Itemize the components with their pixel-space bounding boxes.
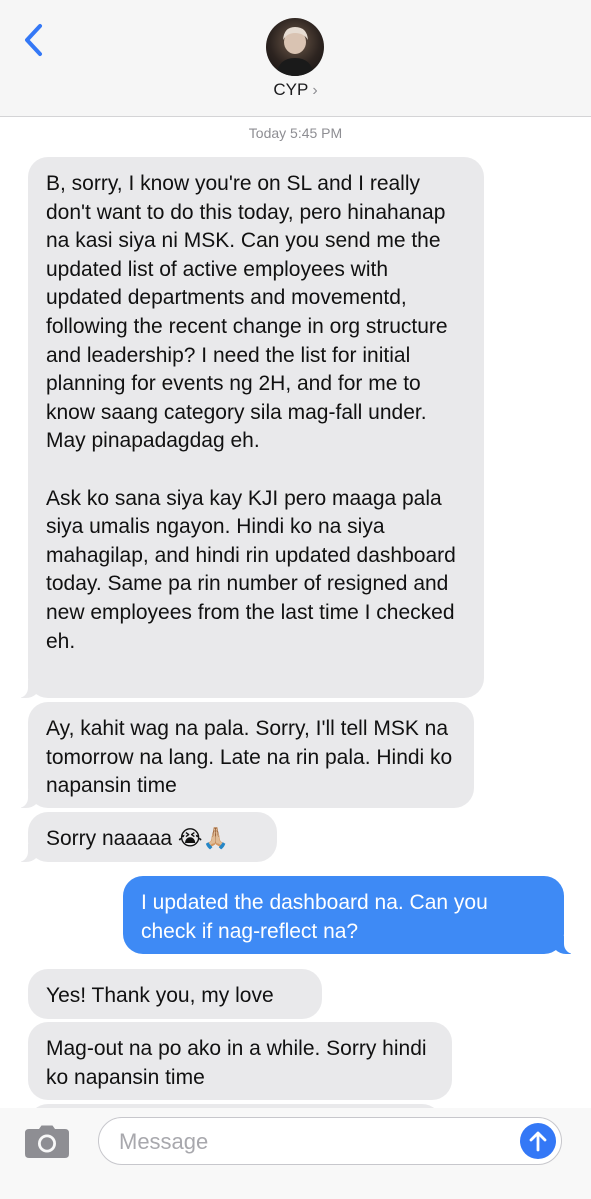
arrow-up-icon [529,1131,547,1152]
chevron-right-icon: › [312,82,318,99]
contact-name-label: CYP [273,80,309,99]
contact-name[interactable]: CYP › [0,80,591,100]
message-input[interactable] [117,1126,501,1158]
incoming-message[interactable]: B, sorry, I know you're on SL and I real… [18,157,484,698]
avatar[interactable] [266,18,324,76]
camera-icon [25,1125,69,1158]
conversation-header: CYP › [0,0,591,117]
incoming-message[interactable]: Ay, kahit wag na pala. Sorry, I'll tell … [18,702,474,808]
message-field[interactable] [98,1117,562,1165]
camera-button[interactable] [22,1122,72,1162]
outgoing-message[interactable]: I updated the dashboard na. Can you chec… [123,876,574,954]
incoming-message[interactable]: Sorry naaaaa 😭🙏🏼 [18,812,277,862]
back-button[interactable] [14,20,54,60]
chevron-left-icon [25,24,42,56]
message-timestamp: Today 5:45 PM [248,125,343,141]
incoming-message[interactable]: Yes! Thank you, my love [28,969,322,1019]
incoming-message[interactable]: Mag-out na po ako in a while. Sorry hind… [28,1022,452,1100]
send-button[interactable] [520,1123,556,1159]
composer-bar [0,1108,591,1199]
contact-photo-icon [276,27,314,76]
